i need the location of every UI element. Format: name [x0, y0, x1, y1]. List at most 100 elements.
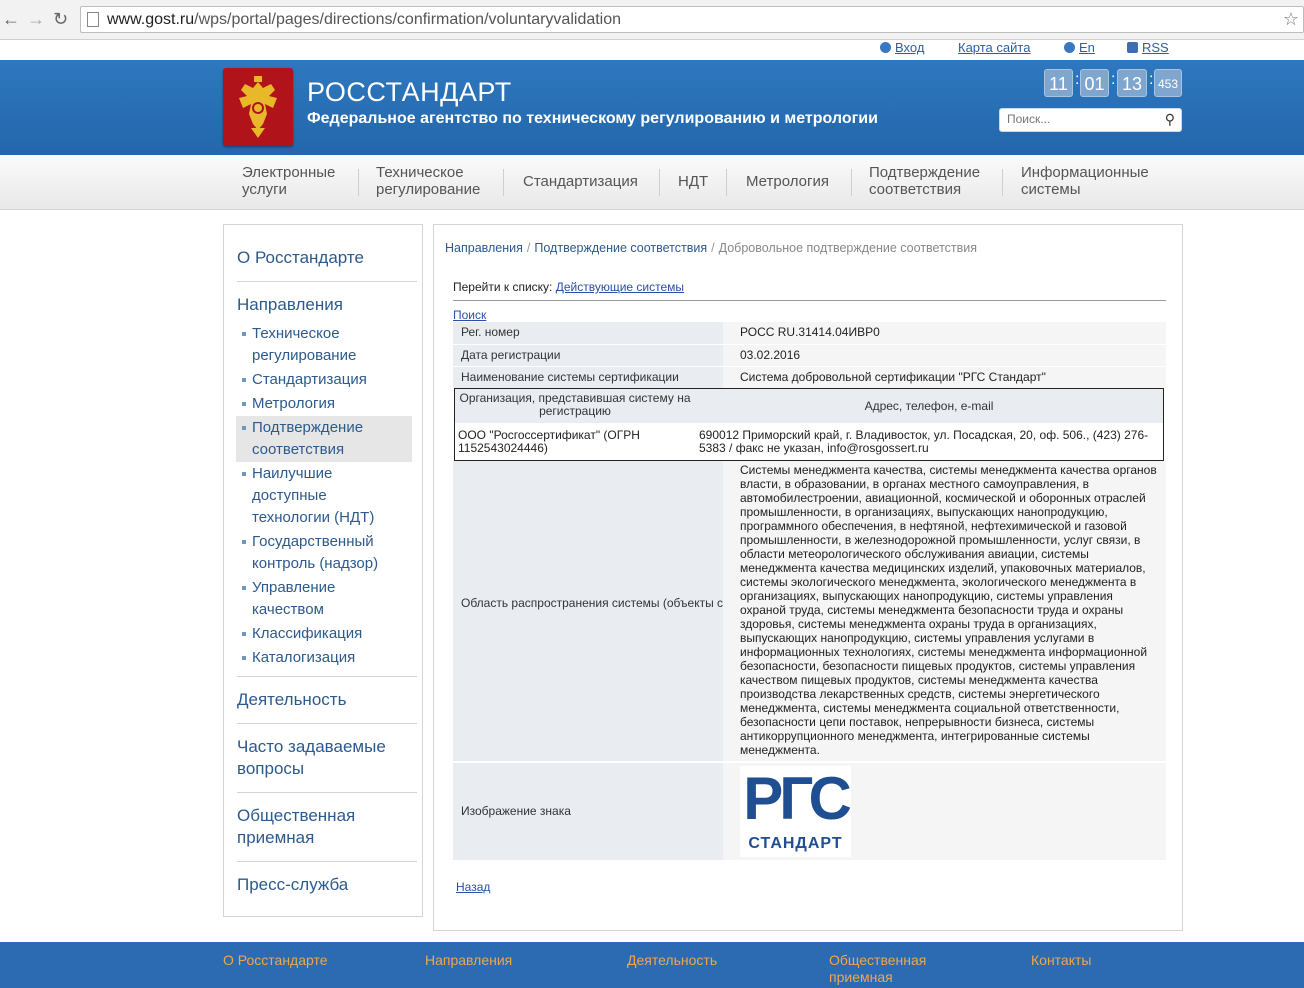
sidebar-item-cataloguing[interactable]: Каталогизация — [236, 647, 412, 669]
sidebar-reception[interactable]: Общественная приемная — [234, 805, 358, 849]
reg-number-label: Рег. номер — [461, 325, 520, 339]
menu-item-metrology[interactable]: Метрология — [746, 173, 829, 190]
sidebar-item-state-control[interactable]: Государственный контроль (надзор) — [236, 531, 412, 575]
sidebar-item-label: доступные — [252, 487, 327, 504]
sidebar-item-label: технологии (НДТ) — [252, 509, 375, 526]
rss-label: RSS — [1142, 40, 1169, 55]
sidebar-press[interactable]: Пресс-служба — [234, 874, 351, 896]
url-path: /wps/portal/pages/directions/confirmatio… — [194, 11, 622, 28]
menu-item-ndt[interactable]: НДТ — [678, 173, 708, 190]
menu-item-tech-regulation[interactable]: Техническое регулирование — [376, 164, 480, 198]
footer-directions[interactable]: Направления — [425, 952, 512, 969]
sitemap-link[interactable]: Карта сайта — [958, 40, 1030, 55]
back-icon[interactable]: ← — [2, 9, 20, 29]
breadcrumb-conformity[interactable]: Подтверждение соответствия — [534, 241, 707, 255]
bullet-icon — [242, 540, 246, 544]
top-links: Вход Карта сайта En RSS — [0, 40, 1304, 60]
sidebar-faq[interactable]: Часто задаваемые вопросы — [234, 736, 389, 780]
breadcrumb-directions[interactable]: Направления — [445, 241, 523, 255]
bullet-icon — [242, 586, 246, 590]
sidebar-about[interactable]: О Росстандарте — [234, 247, 367, 269]
image-label: Изображение знака — [461, 804, 571, 818]
sidebar-divider — [237, 723, 417, 724]
clock-colon: : — [1111, 71, 1116, 88]
breadcrumb-separator: / — [526, 241, 531, 255]
table-row: Рег. номер РОСС RU.31414.04ИВР0 — [453, 322, 1166, 344]
sidebar-directions[interactable]: Направления — [234, 294, 346, 316]
sidebar-item-label: Управление — [252, 579, 336, 596]
sidebar-item-label: Классификация — [252, 625, 363, 642]
sidebar-divider — [237, 676, 417, 677]
site-title[interactable]: РОССТАНДАРТ — [307, 77, 512, 108]
sidebar-divider — [237, 792, 417, 793]
sidebar-item-metrology[interactable]: Метрология — [236, 393, 412, 415]
table-row: Изображение знака РГС СТАНДАРТ — [453, 763, 1166, 860]
active-systems-link[interactable]: Действующие системы — [556, 280, 684, 294]
clock-hours: 11 — [1044, 69, 1073, 97]
system-name-label: Наименование системы сертификации — [461, 370, 679, 384]
login-link[interactable]: Вход — [880, 40, 924, 55]
menu-item-conformity[interactable]: Подтверждение соответствия — [869, 164, 980, 198]
bookmark-star-icon[interactable]: ☆ — [1283, 9, 1299, 30]
footer-contacts[interactable]: Контакты — [1031, 952, 1091, 969]
value-cell: РГС СТАНДАРТ — [723, 763, 1166, 860]
reg-date-label: Дата регистрации — [461, 348, 561, 362]
double-headed-eagle-icon — [239, 76, 277, 138]
coat-of-arms-logo[interactable] — [223, 68, 293, 146]
scope-value: Системы менеджмента качества, системы ме… — [723, 461, 1166, 761]
search-icon[interactable]: ⚲ — [1165, 111, 1175, 128]
rss-icon — [1127, 42, 1138, 53]
footer-reception-label: Общественная — [829, 952, 927, 968]
sidebar-item-ndt[interactable]: Наилучшие доступные технологии (НДТ) — [236, 463, 412, 529]
main-menu: Электронные услуги Техническое регулирован… — [0, 155, 1304, 210]
search-input[interactable] — [1007, 112, 1147, 126]
system-name-value: Система добровольной сертификации "РГС С… — [740, 370, 1046, 384]
org-contacts: 690012 Приморский край, г. Владивосток, … — [699, 428, 1149, 455]
bullet-icon — [242, 332, 246, 336]
sidebar-item-conformity[interactable]: Подтверждение соответствия — [236, 416, 412, 462]
menu-label: услуги — [242, 181, 287, 198]
footer-activity[interactable]: Деятельность — [627, 952, 717, 969]
sidebar-item-label: Наилучшие — [252, 465, 333, 482]
rss-link[interactable]: RSS — [1127, 40, 1169, 55]
menu-item-info-systems[interactable]: Информационные системы — [1021, 164, 1149, 198]
main-content: Направления / Подтверждение соответствия / Д… — [433, 224, 1183, 931]
menu-label: Подтверждение — [869, 164, 981, 181]
sidebar-item-classification[interactable]: Классификация — [236, 623, 412, 645]
footer-reception[interactable]: Общественная приемная — [829, 952, 926, 986]
goto-label: Перейти к списку: — [453, 280, 553, 294]
reg-number-value: РОСС RU.31414.04ИВР0 — [740, 325, 880, 339]
site-footer: О Росстандарте Направления Деятельность … — [0, 942, 1304, 988]
logo-letters: РГС — [743, 765, 852, 832]
english-link[interactable]: En — [1064, 40, 1095, 55]
bullet-icon — [242, 632, 246, 636]
goto-list: Перейти к списку: Действующие системы — [453, 280, 684, 294]
bullet-icon — [242, 378, 246, 382]
menu-item-standardization[interactable]: Стандартизация — [523, 173, 638, 190]
menu-item-e-services[interactable]: Электронные услуги — [242, 164, 335, 198]
reload-icon[interactable]: ↻ — [53, 9, 68, 29]
sidebar-item-label: Метрология — [252, 395, 335, 412]
sidebar-item-standardization[interactable]: Стандартизация — [236, 369, 412, 391]
sidebar-activity[interactable]: Деятельность — [234, 689, 349, 711]
forward-icon[interactable]: → — [27, 9, 45, 29]
sidebar-item-label: качеством — [252, 601, 324, 618]
breadcrumb: Направления / Подтверждение соответствия / Д… — [445, 241, 977, 255]
search-box: ⚲ — [999, 108, 1182, 132]
footer-about[interactable]: О Росстандарте — [223, 952, 328, 969]
menu-divider — [503, 169, 504, 196]
menu-divider — [659, 169, 660, 196]
rgs-standard-logo: РГС СТАНДАРТ — [740, 765, 852, 857]
sidebar-item-quality-management[interactable]: Управление качеством — [236, 577, 412, 621]
search-link[interactable]: Поиск — [453, 308, 486, 322]
sidebar-item-tech-regulation[interactable]: Техническое регулирование — [236, 323, 412, 367]
back-link[interactable]: Назад — [456, 880, 490, 894]
menu-divider — [726, 169, 727, 196]
english-label: En — [1079, 40, 1095, 55]
breadcrumb-separator: / — [711, 241, 715, 255]
browser-toolbar: ← → ↻ www.gost.ru/wps/portal/pages/direc… — [0, 0, 1304, 40]
menu-label: Электронные — [242, 164, 336, 181]
menu-label: соответствия — [869, 181, 962, 198]
address-bar[interactable]: www.gost.ru/wps/portal/pages/directions/… — [80, 6, 1304, 33]
bullet-icon — [242, 402, 246, 406]
